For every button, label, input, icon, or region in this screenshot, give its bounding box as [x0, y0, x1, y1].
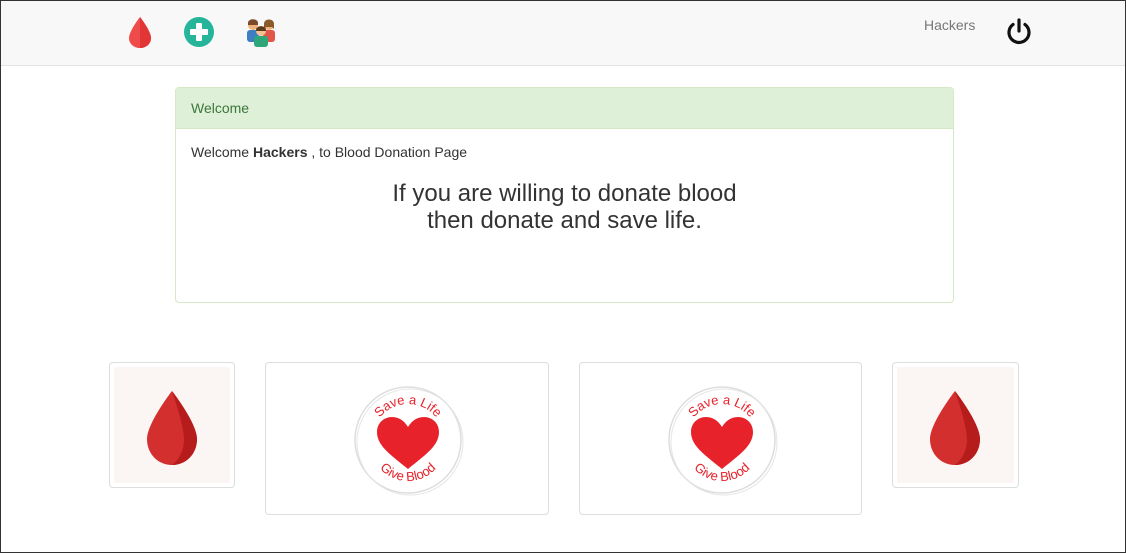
- add-icon[interactable]: [182, 15, 216, 49]
- greeting-name: Hackers: [252, 144, 308, 160]
- page-frame: Hackers Welcome Welcome Hackers , to Blo…: [0, 0, 1126, 553]
- blood-drop-thumbnail-left: [109, 362, 235, 488]
- save-life-badge: Save a Life Give Blood: [351, 383, 465, 497]
- nav-username[interactable]: Hackers: [924, 17, 975, 33]
- power-icon[interactable]: [1004, 17, 1034, 47]
- greeting-line: Welcome Hackers , to Blood Donation Page: [191, 144, 938, 160]
- blood-drop-icon[interactable]: [123, 15, 157, 49]
- panel-body: Welcome Hackers , to Blood Donation Page: [176, 129, 953, 175]
- tagline: If you are willing to donate blood then …: [176, 180, 953, 234]
- greeting-prefix: Welcome: [191, 144, 250, 160]
- save-life-thumbnail-right: Save a Life Give Blood: [579, 362, 862, 515]
- users-icon[interactable]: [243, 15, 277, 49]
- blood-drop-image: [114, 367, 230, 483]
- save-life-badge: Save a Life Give Blood: [665, 383, 779, 497]
- welcome-panel: Welcome Welcome Hackers , to Blood Donat…: [175, 87, 954, 303]
- tagline-line-1: If you are willing to donate blood: [392, 180, 737, 207]
- save-life-thumbnail-left: Save a Life Give Blood: [265, 362, 549, 515]
- panel-heading: Welcome: [176, 88, 953, 129]
- blood-drop-image: [897, 367, 1014, 483]
- navbar: Hackers: [1, 1, 1125, 66]
- greeting-suffix: , to Blood Donation Page: [311, 144, 468, 160]
- blood-drop-thumbnail-right: [892, 362, 1019, 488]
- tagline-line-2: then donate and save life.: [427, 207, 702, 234]
